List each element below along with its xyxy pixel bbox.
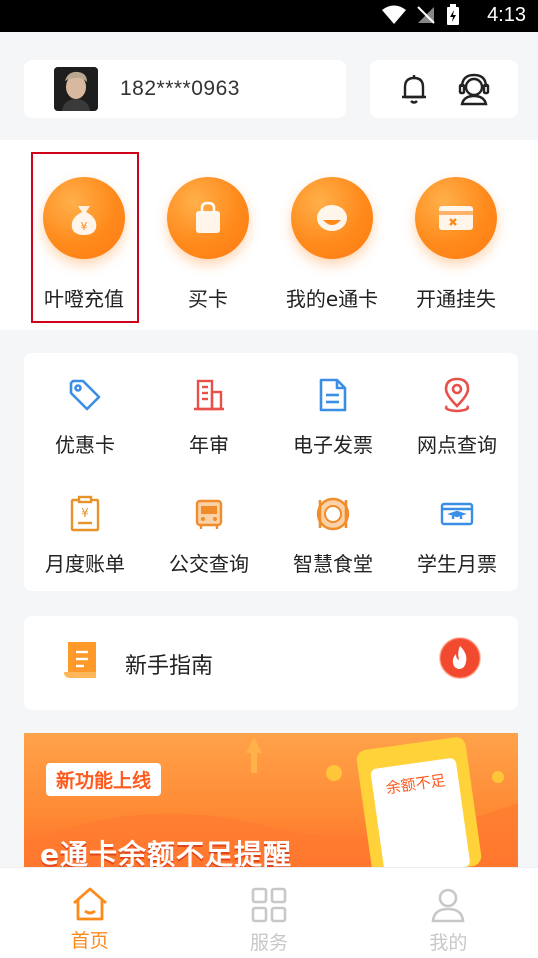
dining-icon — [313, 494, 353, 534]
quick-action-label: 叶噔充值 — [44, 287, 124, 311]
status-time: 4:13 — [487, 4, 526, 26]
banner-tag: 新功能上线 — [46, 763, 162, 796]
avatar[interactable] — [54, 67, 98, 111]
header-actions — [370, 60, 518, 118]
customer-service-icon[interactable] — [456, 71, 492, 107]
shopping-bag-icon — [196, 201, 220, 233]
quick-action-buy-card[interactable]: 买卡 — [158, 177, 258, 312]
service-label: 电子发票 — [293, 433, 373, 457]
card-cancel-icon — [439, 206, 473, 230]
bell-icon[interactable] — [397, 72, 431, 106]
quick-action-recharge[interactable]: ¥ 叶噔充值 — [34, 177, 134, 312]
tab-services[interactable]: 服务 — [179, 868, 358, 958]
bill-icon: ¥ — [65, 494, 105, 534]
quick-actions: ¥ 叶噔充值 买卡 我的e通卡 开通挂失 — [0, 140, 538, 330]
banner-phone-illustration: 余额不足 — [355, 735, 483, 867]
service-monthly-bill[interactable]: ¥ 月度账单 — [30, 494, 140, 577]
service-label: 智慧食堂 — [293, 552, 373, 576]
service-label: 公交查询 — [169, 552, 249, 576]
battery-charging-icon — [447, 4, 459, 25]
quick-action-label: 开通挂失 — [416, 287, 496, 311]
quick-action-label: 买卡 — [188, 287, 228, 311]
service-label: 学生月票 — [417, 552, 497, 576]
tab-home[interactable]: 首页 — [0, 868, 179, 958]
home-icon — [72, 887, 107, 921]
guide-label: 新手指南 — [125, 654, 214, 679]
user-card[interactable]: 182****0963 — [24, 60, 346, 118]
quick-action-report-loss[interactable]: 开通挂失 — [406, 177, 506, 312]
tab-profile[interactable]: 我的 — [359, 868, 538, 958]
service-outlet-search[interactable]: 网点查询 — [402, 375, 512, 458]
service-label: 月度账单 — [45, 552, 125, 576]
location-pin-icon — [437, 375, 477, 415]
money-bag-icon: ¥ — [71, 206, 97, 235]
service-student-pass[interactable]: 学生月票 — [402, 494, 512, 577]
user-phone: 182****0963 — [120, 77, 240, 100]
user-icon — [431, 888, 465, 923]
bus-icon — [189, 494, 229, 534]
service-label: 年审 — [189, 433, 229, 457]
service-annual-review[interactable]: 年审 — [154, 375, 264, 458]
svg-text:¥: ¥ — [81, 220, 88, 233]
document-icon — [313, 375, 353, 415]
card-face-icon — [317, 205, 347, 231]
quick-action-circle: ¥ — [43, 177, 125, 259]
status-bar: 4:13 — [0, 0, 538, 32]
service-label: 优惠卡 — [55, 433, 115, 457]
beginner-guide[interactable]: 新手指南 — [24, 616, 518, 710]
building-icon — [189, 375, 229, 415]
header: 182****0963 — [0, 32, 538, 140]
wifi-icon — [382, 5, 406, 24]
banner-phone-text: 余额不足 — [370, 757, 471, 867]
quick-action-circle — [415, 177, 497, 259]
quick-action-circle — [291, 177, 373, 259]
quick-action-my-card[interactable]: 我的e通卡 — [282, 177, 382, 312]
banner-title: e通卡余额不足提醒 — [40, 838, 292, 867]
svg-text:¥: ¥ — [81, 506, 89, 520]
service-label: 网点查询 — [417, 433, 497, 457]
tab-label: 服务 — [249, 932, 288, 954]
tab-label: 首页 — [70, 930, 109, 952]
guide-book-icon — [64, 642, 96, 678]
no-signal-icon — [417, 6, 435, 24]
promo-banner[interactable]: 新功能上线 余额不足 e通卡余额不足提醒 — [24, 733, 518, 867]
quick-action-label: 我的e通卡 — [285, 287, 379, 311]
service-smart-canteen[interactable]: 智慧食堂 — [278, 494, 388, 577]
service-e-invoice[interactable]: 电子发票 — [278, 375, 388, 458]
grid-icon — [251, 887, 287, 923]
bottom-tab-bar: 首页 服务 我的 — [0, 867, 538, 958]
student-card-icon — [437, 494, 477, 534]
tag-icon — [65, 375, 105, 415]
tab-label: 我的 — [429, 932, 468, 954]
quick-action-circle — [167, 177, 249, 259]
service-bus-search[interactable]: 公交查询 — [154, 494, 264, 577]
hot-fire-icon — [439, 637, 481, 679]
services-grid: 优惠卡 年审 电子发票 网点查询 ¥ 月度账单 公交查询 智慧食堂 学生月票 — [24, 353, 518, 591]
status-icons — [382, 4, 460, 26]
service-coupon-card[interactable]: 优惠卡 — [30, 375, 140, 458]
